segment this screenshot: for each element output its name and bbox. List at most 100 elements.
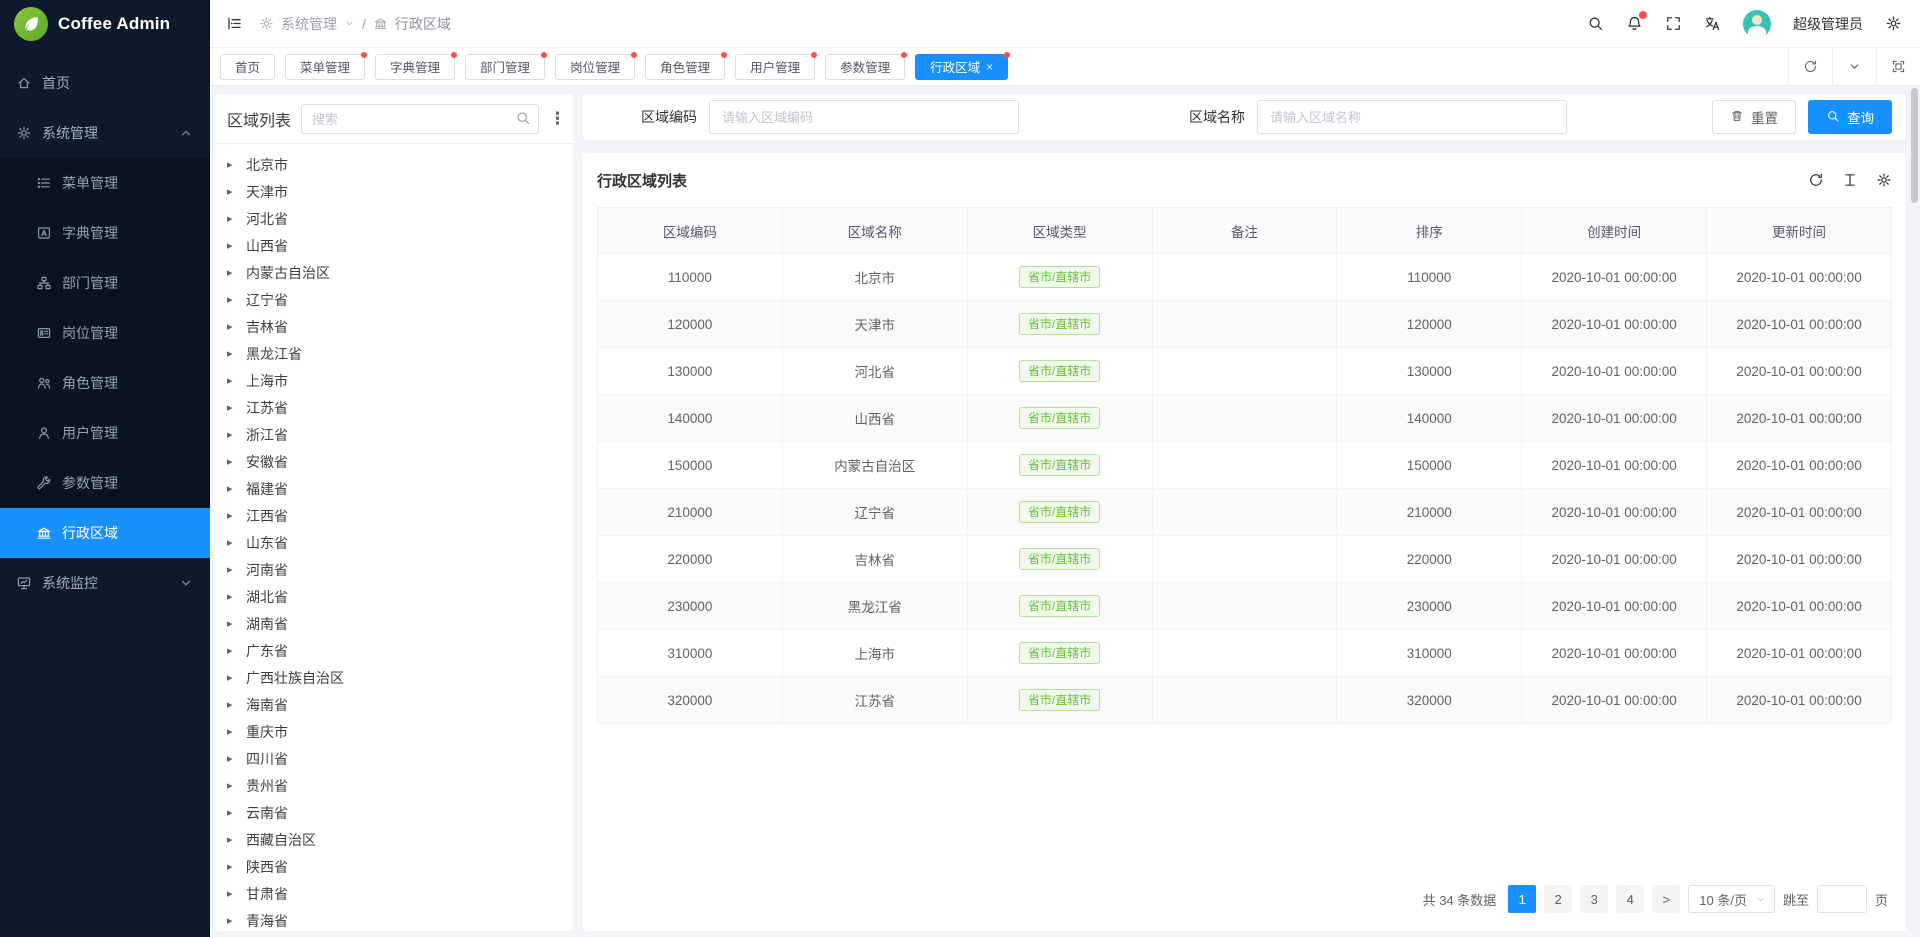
tree-item[interactable]: ▸海南省 <box>227 691 561 718</box>
tree-item[interactable]: ▸湖北省 <box>227 583 561 610</box>
tree-item[interactable]: ▸天津市 <box>227 178 561 205</box>
tree-item[interactable]: ▸安徽省 <box>227 448 561 475</box>
tree-item[interactable]: ▸福建省 <box>227 475 561 502</box>
tab-部门管理[interactable]: 部门管理 <box>465 54 545 80</box>
close-icon[interactable]: × <box>986 61 993 73</box>
translate-icon[interactable] <box>1704 15 1721 32</box>
filter-code-input[interactable] <box>709 100 1019 134</box>
sidebar-item-home[interactable]: 首页 <box>0 58 210 108</box>
tree-item[interactable]: ▸贵州省 <box>227 772 561 799</box>
search-icon[interactable] <box>1587 15 1604 32</box>
tree-item[interactable]: ▸云南省 <box>227 799 561 826</box>
tree-item[interactable]: ▸江西省 <box>227 502 561 529</box>
collapse-sidebar-icon[interactable] <box>226 15 243 32</box>
tree-item[interactable]: ▸北京市 <box>227 151 561 178</box>
refresh-table-button[interactable] <box>1808 172 1824 188</box>
sidebar-item-menu-mgmt[interactable]: 菜单管理 <box>0 158 210 208</box>
tab-用户管理[interactable]: 用户管理 <box>735 54 815 80</box>
table-row[interactable]: 320000江苏省省市/直辖市3200002020-10-01 00:00:00… <box>598 677 1892 724</box>
tree-item[interactable]: ▸江苏省 <box>227 394 561 421</box>
avatar[interactable] <box>1743 10 1771 38</box>
table-row[interactable]: 130000河北省省市/直辖市1300002020-10-01 00:00:00… <box>598 348 1892 395</box>
table-row[interactable]: 150000内蒙古自治区省市/直辖市1500002020-10-01 00:00… <box>598 442 1892 489</box>
table-row[interactable]: 110000北京市省市/直辖市1100002020-10-01 00:00:00… <box>598 254 1892 301</box>
notifications-button[interactable] <box>1626 15 1643 32</box>
column-header[interactable]: 区域编码 <box>598 208 783 254</box>
column-header[interactable]: 区域名称 <box>782 208 967 254</box>
sidebar-item-system[interactable]: 系统管理 <box>0 108 210 158</box>
tree-item[interactable]: ▸陕西省 <box>227 853 561 880</box>
page-scrollbar[interactable] <box>1910 0 1920 937</box>
user-name[interactable]: 超级管理员 <box>1793 14 1863 34</box>
tree-item[interactable]: ▸广东省 <box>227 637 561 664</box>
tree-item[interactable]: ▸重庆市 <box>227 718 561 745</box>
column-header[interactable]: 备注 <box>1152 208 1337 254</box>
tree-item[interactable]: ▸山东省 <box>227 529 561 556</box>
tree-item[interactable]: ▸湖南省 <box>227 610 561 637</box>
more-options-icon[interactable]: ⋮ <box>549 109 561 129</box>
table-row[interactable]: 140000山西省省市/直辖市1400002020-10-01 00:00:00… <box>598 395 1892 442</box>
column-settings-button[interactable] <box>1876 172 1892 188</box>
tab-菜单管理[interactable]: 菜单管理 <box>285 54 365 80</box>
page-size-select[interactable]: 10 条/页 <box>1688 885 1775 913</box>
page-button-2[interactable]: 2 <box>1544 885 1572 913</box>
sidebar-item-post-mgmt[interactable]: 岗位管理 <box>0 308 210 358</box>
tree-item[interactable]: ▸西藏自治区 <box>227 826 561 853</box>
tree-item[interactable]: ▸青海省 <box>227 907 561 931</box>
table-row[interactable]: 230000黑龙江省省市/直辖市2300002020-10-01 00:00:0… <box>598 583 1892 630</box>
tab-首页[interactable]: 首页 <box>220 54 275 80</box>
tree-item[interactable]: ▸浙江省 <box>227 421 561 448</box>
tab-岗位管理[interactable]: 岗位管理 <box>555 54 635 80</box>
tree-item[interactable]: ▸内蒙古自治区 <box>227 259 561 286</box>
column-header[interactable]: 更新时间 <box>1707 208 1892 254</box>
search-icon[interactable] <box>515 110 531 129</box>
table-row[interactable]: 120000天津市省市/直辖市1200002020-10-01 00:00:00… <box>598 301 1892 348</box>
refresh-tab-button[interactable] <box>1788 48 1832 85</box>
table-row[interactable]: 220000吉林省省市/直辖市2200002020-10-01 00:00:00… <box>598 536 1892 583</box>
reset-button[interactable]: 重置 <box>1712 100 1796 134</box>
settings-gear-icon[interactable] <box>1885 15 1902 32</box>
tree-search-input[interactable] <box>301 104 539 134</box>
tree-item[interactable]: ▸甘肃省 <box>227 880 561 907</box>
breadcrumb-level1[interactable]: 系统管理 <box>281 14 337 34</box>
caret-right-icon: ▸ <box>227 914 237 927</box>
column-header[interactable]: 区域类型 <box>967 208 1152 254</box>
sidebar-item-monitor[interactable]: 系统监控 <box>0 558 210 608</box>
sidebar-item-param-mgmt[interactable]: 参数管理 <box>0 458 210 508</box>
tree-item[interactable]: ▸上海市 <box>227 367 561 394</box>
tab-参数管理[interactable]: 参数管理 <box>825 54 905 80</box>
sidebar-item-role-mgmt[interactable]: 角色管理 <box>0 358 210 408</box>
tree-item[interactable]: ▸辽宁省 <box>227 286 561 313</box>
sidebar-item-dept-mgmt[interactable]: 部门管理 <box>0 258 210 308</box>
page-button-3[interactable]: 3 <box>1580 885 1608 913</box>
scrollbar-thumb[interactable] <box>1911 88 1918 203</box>
sidebar-item-dict-mgmt[interactable]: 字典管理 <box>0 208 210 258</box>
next-page-button[interactable]: > <box>1652 885 1680 913</box>
page-button-1[interactable]: 1 <box>1508 885 1536 913</box>
jump-page-input[interactable] <box>1817 885 1867 913</box>
tree-item[interactable]: ▸山西省 <box>227 232 561 259</box>
tab-行政区域[interactable]: 行政区域× <box>915 54 1008 80</box>
column-header[interactable]: 排序 <box>1337 208 1522 254</box>
tab-字典管理[interactable]: 字典管理 <box>375 54 455 80</box>
sidebar-item-user-mgmt[interactable]: 用户管理 <box>0 408 210 458</box>
tree-item[interactable]: ▸四川省 <box>227 745 561 772</box>
tree-item[interactable]: ▸吉林省 <box>227 313 561 340</box>
sidebar-item-region[interactable]: 行政区域 <box>0 508 210 558</box>
tree-item[interactable]: ▸河北省 <box>227 205 561 232</box>
query-button[interactable]: 查询 <box>1808 100 1892 134</box>
table-row[interactable]: 210000辽宁省省市/直辖市2100002020-10-01 00:00:00… <box>598 489 1892 536</box>
row-height-button[interactable] <box>1842 172 1858 188</box>
app-logo[interactable]: Coffee Admin <box>0 0 210 48</box>
page-button-4[interactable]: 4 <box>1616 885 1644 913</box>
tree-item[interactable]: ▸广西壮族自治区 <box>227 664 561 691</box>
table-row[interactable]: 310000上海市省市/直辖市3100002020-10-01 00:00:00… <box>598 630 1892 677</box>
tab-角色管理[interactable]: 角色管理 <box>645 54 725 80</box>
filter-name-input[interactable] <box>1257 100 1567 134</box>
column-header[interactable]: 创建时间 <box>1522 208 1707 254</box>
fullscreen-icon[interactable] <box>1665 15 1682 32</box>
tree-item[interactable]: ▸黑龙江省 <box>227 340 561 367</box>
tree-item-label: 四川省 <box>246 749 288 769</box>
tree-item[interactable]: ▸河南省 <box>227 556 561 583</box>
tab-menu-button[interactable] <box>1832 48 1876 85</box>
